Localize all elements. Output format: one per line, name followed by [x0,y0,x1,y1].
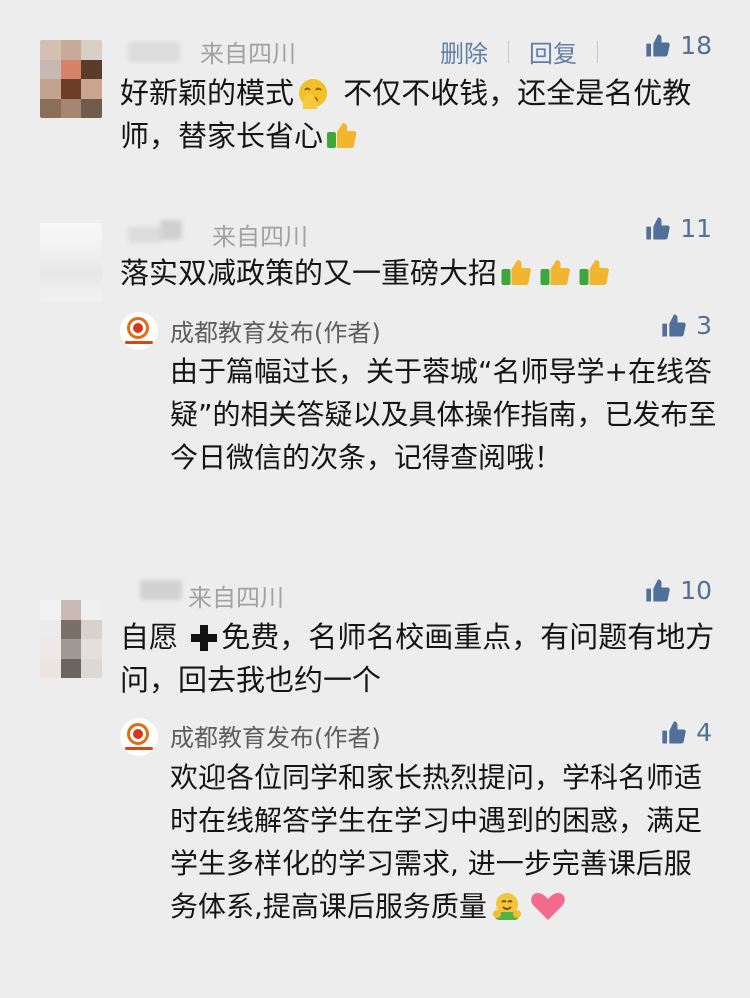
location-label: 来自四川 [188,584,284,612]
like-button[interactable]: 18 [644,31,712,60]
hug-face-icon [489,890,525,922]
delete-button[interactable]: 删除 [440,34,488,69]
location-label: 来自四川 [212,223,308,251]
logo-core [133,729,143,739]
username [128,42,180,62]
comment-text-part: 自愿 [120,620,188,654]
action-divider [508,40,509,63]
comment-card: 来自四川 10 自愿 免费，名师名校画重点，有问题有地方问，回去我也约一个 成都… [0,540,750,998]
thumbs-up-icon [499,257,534,289]
thumbs-up-icon [325,120,359,152]
author-avatar[interactable] [120,718,158,756]
comment-text: 落实双减政策的又一重磅大招 [120,252,680,295]
thumbs-up-icon [644,215,672,243]
like-count: 10 [680,576,712,605]
reply-text-part: 欢迎各位同学和家长热烈提问，学科名师适时在线解答学生在学习中遇到的困惑，满足学生… [170,761,703,923]
action-divider [597,40,598,63]
like-button[interactable]: 10 [644,576,712,605]
reply-author: 成都教育发布(作者) [170,724,381,752]
logo-band [125,341,153,344]
thumbs-up-icon [660,719,688,747]
reply-text: 由于篇幅过长，关于蓉城“名师导学+在线答疑”的相关答疑以及具体操作指南，已发布至… [170,355,717,474]
comment-text-part: 好新颖的模式 [120,76,295,110]
like-button[interactable]: 3 [660,311,712,340]
heart-icon [529,890,567,922]
like-button[interactable]: 4 [660,718,712,747]
shushing-face-icon [296,77,332,109]
avatar[interactable] [40,40,102,118]
location-label: 来自四川 [200,40,296,68]
like-count: 3 [696,311,712,340]
comment-card: 来自四川 11 落实双减政策的又一重磅大招 成都教育发布(作者) 3 由于篇幅过… [0,190,750,540]
thumbs-up-icon [644,32,672,60]
like-count: 18 [680,31,712,60]
like-count: 4 [696,718,712,747]
thumbs-up-icon [538,257,573,289]
author-avatar[interactable] [120,312,158,350]
username [140,580,182,600]
like-count: 11 [680,214,712,243]
username [160,220,182,240]
comment-actions: 删除 回复 [440,34,618,69]
avatar[interactable] [40,600,102,678]
logo-core [133,323,143,333]
heavy-plus-icon [189,623,219,653]
like-button[interactable]: 11 [644,214,712,243]
comment-card: 来自四川 删除 回复 18 好新颖的模式 不仅不收钱，还全是名优教师，替家长省心 [0,0,750,190]
thumbs-up-icon [577,257,612,289]
reply-author: 成都教育发布(作者) [170,319,381,347]
reply-text: 欢迎各位同学和家长热烈提问，学科名师适时在线解答学生在学习中遇到的困惑，满足学生… [170,756,718,928]
avatar[interactable] [40,223,102,301]
thumbs-up-icon [644,577,672,605]
comment-text: 自愿 免费，名师名校画重点，有问题有地方问，回去我也约一个 [120,616,720,702]
logo-band [125,747,153,750]
username [128,227,162,243]
thumbs-up-icon [660,312,688,340]
reply-button[interactable]: 回复 [529,34,577,69]
comment-text-part: 落实双减政策的又一重磅大招 [120,256,498,290]
comment-text: 好新颖的模式 不仅不收钱，还全是名优教师，替家长省心 [120,72,720,158]
